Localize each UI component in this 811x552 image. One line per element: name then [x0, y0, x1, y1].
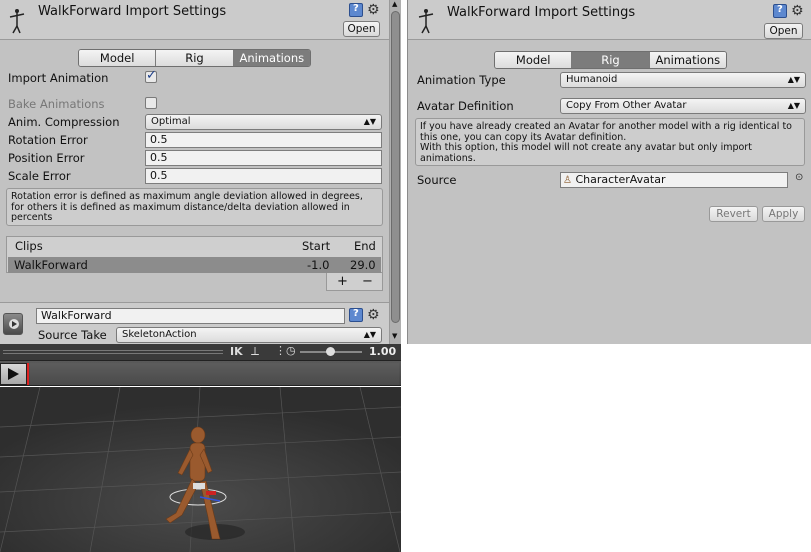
rotation-error-field[interactable]: 0.5: [145, 132, 382, 148]
animation-type-label: Animation Type: [417, 73, 506, 87]
dropdown-arrow-icon: ▲▼: [787, 75, 800, 84]
animation-type-value: Humanoid: [566, 74, 618, 85]
ik-toggle[interactable]: IK: [230, 345, 243, 358]
clip-start: -1.0: [307, 258, 330, 272]
clip-name-field[interactable]: WalkForward: [36, 308, 345, 324]
source-take-dropdown[interactable]: SkeletonAction ▲▼: [116, 327, 382, 343]
model-figure-icon: [418, 9, 434, 34]
left-inspector-header: WalkForward Import Settings ⚙ Open: [0, 0, 389, 40]
tab-animations[interactable]: Animations: [649, 52, 726, 68]
preview-scene: [0, 387, 401, 552]
scrollbar-thumb[interactable]: [391, 11, 400, 323]
open-button[interactable]: Open: [343, 21, 380, 37]
dropdown-arrow-icon: ▲▼: [787, 101, 800, 110]
checkmark-icon: ✓: [146, 68, 157, 83]
avatar-definition-label: Avatar Definition: [417, 99, 514, 113]
import-animation-checkbox[interactable]: ✓: [145, 68, 157, 83]
avatar-definition-dropdown[interactable]: Copy From Other Avatar ▲▼: [560, 98, 806, 114]
apply-button[interactable]: Apply: [762, 206, 805, 222]
scale-error-label: Scale Error: [8, 169, 71, 183]
speed-icon[interactable]: ⋮◷: [275, 344, 296, 357]
source-object-field[interactable]: ♙ CharacterAvatar: [560, 172, 788, 188]
anim-compression-dropdown[interactable]: Optimal ▲▼: [145, 114, 382, 130]
dropdown-arrow-icon: ▲▼: [363, 117, 376, 126]
scale-error-field[interactable]: 0.5: [145, 168, 382, 184]
timeline-bar: [0, 360, 401, 386]
clip-detail-header: WalkForward ⚙ Source Take SkeletonAction…: [0, 302, 389, 344]
tab-rig[interactable]: Rig: [156, 50, 234, 66]
revert-button[interactable]: Revert: [709, 206, 758, 222]
pivot-icon[interactable]: ⟂: [251, 344, 259, 359]
right-tabs: Model Rig Animations: [494, 51, 727, 69]
timeline-play-button[interactable]: [0, 363, 27, 385]
avatar-definition-value: Copy From Other Avatar: [566, 100, 687, 111]
animation-type-dropdown[interactable]: Humanoid ▲▼: [560, 72, 806, 88]
clip-end: 29.0: [350, 258, 376, 272]
timeline-scrubber[interactable]: [27, 363, 29, 385]
speed-value: 1.00: [369, 345, 397, 358]
open-button[interactable]: Open: [764, 23, 803, 39]
clips-end-header: End: [354, 239, 376, 253]
tab-animations[interactable]: Animations: [233, 50, 310, 66]
remove-clip-button[interactable]: −: [362, 274, 373, 289]
model-figure-icon: [9, 9, 25, 34]
play-clip-icon[interactable]: [3, 313, 23, 335]
left-tabs: Model Rig Animations: [78, 49, 311, 67]
gear-icon[interactable]: ⚙: [367, 308, 380, 322]
preview-toolbar: IK ⟂ ⋮◷ 1.00: [0, 344, 401, 360]
bake-animations-checkbox[interactable]: [145, 97, 157, 109]
preview-resize-handle[interactable]: [3, 350, 223, 354]
clips-header: Clips: [15, 239, 43, 253]
scroll-up-icon[interactable]: ▲: [392, 0, 397, 8]
help-icon[interactable]: [773, 4, 787, 18]
source-value: CharacterAvatar: [575, 173, 666, 186]
preview-viewport[interactable]: [0, 387, 401, 552]
clips-footer: + −: [326, 273, 383, 291]
clips-start-header: Start: [302, 239, 331, 253]
scroll-down-icon[interactable]: ▼: [392, 332, 397, 340]
tab-model[interactable]: Model: [495, 52, 573, 68]
source-take-label: Source Take: [38, 328, 107, 342]
left-scrollbar[interactable]: ▲ ▼: [389, 0, 401, 344]
right-inspector-header: WalkForward Import Settings ⚙ Open: [408, 0, 811, 40]
import-animation-label: Import Animation: [8, 71, 109, 85]
rotation-error-label: Rotation Error: [8, 133, 88, 147]
timeline-track[interactable]: [30, 363, 399, 385]
right-inspector-panel: WalkForward Import Settings ⚙ Open Model…: [407, 0, 811, 344]
clips-list: Clips Start End WalkForward -1.0 29.0: [6, 236, 383, 273]
avatar-help-box: If you have already created an Avatar fo…: [415, 118, 805, 166]
tab-rig[interactable]: Rig: [572, 52, 650, 68]
add-clip-button[interactable]: +: [337, 274, 348, 289]
anim-compression-value: Optimal: [151, 116, 191, 127]
left-inspector-panel: WalkForward Import Settings ⚙ Open Model…: [0, 0, 401, 344]
speed-slider-thumb[interactable]: [326, 347, 335, 356]
source-take-value: SkeletonAction: [122, 329, 197, 340]
position-error-field[interactable]: 0.5: [145, 150, 382, 166]
compression-help-box: Rotation error is defined as maximum ang…: [6, 188, 383, 226]
table-row[interactable]: WalkForward -1.0 29.0: [8, 257, 381, 273]
object-picker-icon[interactable]: ⊙: [795, 172, 803, 183]
gear-icon[interactable]: ⚙: [791, 4, 804, 18]
dropdown-arrow-icon: ▲▼: [363, 330, 376, 339]
position-error-label: Position Error: [8, 151, 85, 165]
anim-compression-label: Anim. Compression: [8, 115, 120, 129]
clip-name: WalkForward: [14, 258, 88, 272]
tab-model[interactable]: Model: [79, 50, 157, 66]
gear-icon[interactable]: ⚙: [367, 3, 380, 17]
bake-animations-label: Bake Animations: [8, 97, 105, 111]
help-icon[interactable]: [349, 3, 363, 17]
left-inspector-title: WalkForward Import Settings: [38, 4, 227, 19]
source-label: Source: [417, 173, 457, 187]
help-icon[interactable]: [349, 308, 363, 322]
avatar-icon: ♙: [563, 175, 572, 186]
right-inspector-title: WalkForward Import Settings: [447, 5, 636, 20]
speed-slider[interactable]: [300, 347, 362, 356]
